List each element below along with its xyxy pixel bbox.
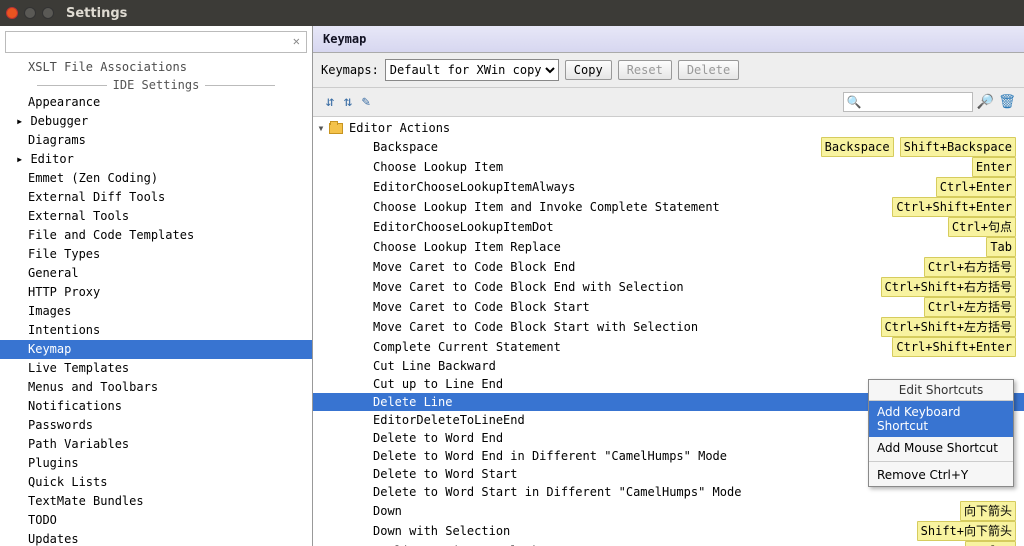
page-title: Keymap (313, 26, 1024, 53)
sidebar-item-textmate-bundles[interactable]: TextMate Bundles (0, 492, 312, 511)
shortcut-badge: Shift+向下箭头 (917, 521, 1016, 541)
minimize-icon[interactable] (24, 7, 36, 19)
shortcut-badge: Ctrl+Shift+Enter (892, 197, 1016, 217)
keymap-topbar: Keymaps: Default for XWin copy Copy Rese… (313, 53, 1024, 88)
sidebar-item-todo[interactable]: TODO (0, 511, 312, 530)
sidebar-item-file-and-code-templates[interactable]: File and Code Templates (0, 226, 312, 245)
sidebar-item-quick-lists[interactable]: Quick Lists (0, 473, 312, 492)
sidebar-item-updates[interactable]: Updates (0, 530, 312, 546)
context-menu-item[interactable]: Add Mouse Shortcut (869, 437, 1013, 459)
collapse-all-icon[interactable]: ⇅ (339, 94, 357, 110)
shortcut-badge: 向下箭头 (960, 501, 1016, 521)
settings-search-input[interactable] (5, 31, 307, 53)
sidebar-item-passwords[interactable]: Passwords (0, 416, 312, 435)
action-row[interactable]: BackspaceBackspaceShift+Backspace (313, 137, 1024, 157)
shortcut-badge: Ctrl+Shift+左方括号 (881, 317, 1016, 337)
sidebar-item-emmet-zen-coding-[interactable]: Emmet (Zen Coding) (0, 169, 312, 188)
shortcut-badge: Ctrl+D (965, 541, 1016, 546)
sidebar-item[interactable]: XSLT File Associations (0, 58, 312, 77)
sidebar-item-keymap[interactable]: Keymap (0, 340, 312, 359)
maximize-icon[interactable] (42, 7, 54, 19)
sidebar-section-header: IDE Settings (0, 77, 312, 93)
search-icon: 🔍 (847, 95, 862, 109)
action-row[interactable]: EditorChooseLookupItemAlwaysCtrl+Enter (313, 177, 1024, 197)
action-row[interactable]: Move Caret to Code Block StartCtrl+左方括号 (313, 297, 1024, 317)
action-tree[interactable]: ▾Editor ActionsBackspaceBackspaceShift+B… (313, 117, 1024, 546)
action-row[interactable]: Move Caret to Code Block EndCtrl+右方括号 (313, 257, 1024, 277)
sidebar-item-http-proxy[interactable]: HTTP Proxy (0, 283, 312, 302)
window-title: Settings (66, 6, 127, 21)
action-row[interactable]: Duplicate Line or BlockCtrl+D (313, 541, 1024, 546)
action-row[interactable]: Choose Lookup Item and Invoke Complete S… (313, 197, 1024, 217)
sidebar-item-appearance[interactable]: Appearance (0, 93, 312, 112)
shortcut-badge: Backspace (821, 137, 894, 157)
sidebar-item-live-templates[interactable]: Live Templates (0, 359, 312, 378)
sidebar-item-menus-and-toolbars[interactable]: Menus and Toolbars (0, 378, 312, 397)
shortcut-badge: Ctrl+Shift+右方括号 (881, 277, 1016, 297)
copy-button[interactable]: Copy (565, 60, 612, 80)
action-row[interactable]: Cut Line Backward (313, 357, 1024, 375)
sidebar-item-diagrams[interactable]: Diagrams (0, 131, 312, 150)
shortcut-badge: Ctrl+左方括号 (924, 297, 1016, 317)
context-menu-item[interactable]: Add Keyboard Shortcut (869, 401, 1013, 437)
shortcut-badge: Ctrl+句点 (948, 217, 1016, 237)
shortcut-badge: Ctrl+Enter (936, 177, 1016, 197)
action-filter-input[interactable] (843, 92, 973, 112)
sidebar-item-editor[interactable]: ▸ Editor (0, 150, 312, 169)
edit-icon[interactable]: ✎ (357, 94, 375, 110)
sidebar-item-intentions[interactable]: Intentions (0, 321, 312, 340)
keymaps-select[interactable]: Default for XWin copy (385, 59, 559, 81)
action-row[interactable]: Down with SelectionShift+向下箭头 (313, 521, 1024, 541)
sidebar: ✕ XSLT File AssociationsIDE SettingsAppe… (0, 26, 313, 546)
shortcut-badge: Ctrl+Shift+Enter (892, 337, 1016, 357)
context-menu-title: Edit Shortcuts (869, 380, 1013, 401)
shortcut-badge: Ctrl+右方括号 (924, 257, 1016, 277)
close-icon[interactable] (6, 7, 18, 19)
shortcut-badge: Shift+Backspace (900, 137, 1016, 157)
context-menu: Edit Shortcuts Add Keyboard ShortcutAdd … (868, 379, 1014, 487)
folder-icon (329, 123, 343, 134)
action-row[interactable]: Choose Lookup Item ReplaceTab (313, 237, 1024, 257)
sidebar-item-external-tools[interactable]: External Tools (0, 207, 312, 226)
keymap-toolbar: ⇵ ⇅ ✎ 🔍 ✕ 🔎 🗑 (313, 88, 1024, 117)
action-row[interactable]: EditorChooseLookupItemDotCtrl+句点 (313, 217, 1024, 237)
context-menu-remove[interactable]: Remove Ctrl+Y (869, 464, 1013, 486)
shortcut-badge: Tab (986, 237, 1016, 257)
tree-root[interactable]: ▾Editor Actions (313, 119, 1024, 137)
keymaps-label: Keymaps: (321, 63, 379, 77)
trash-icon[interactable]: 🗑 (998, 94, 1016, 110)
sidebar-item-debugger[interactable]: ▸ Debugger (0, 112, 312, 131)
action-row[interactable]: Choose Lookup ItemEnter (313, 157, 1024, 177)
sidebar-item-general[interactable]: General (0, 264, 312, 283)
expand-all-icon[interactable]: ⇵ (321, 94, 339, 110)
sidebar-item-file-types[interactable]: File Types (0, 245, 312, 264)
action-row[interactable]: Move Caret to Code Block Start with Sele… (313, 317, 1024, 337)
shortcut-badge: Enter (972, 157, 1016, 177)
sidebar-item-images[interactable]: Images (0, 302, 312, 321)
clear-filter-icon[interactable]: ✕ (981, 95, 988, 109)
sidebar-item-plugins[interactable]: Plugins (0, 454, 312, 473)
clear-search-icon[interactable]: ✕ (293, 34, 300, 48)
sidebar-item-path-variables[interactable]: Path Variables (0, 435, 312, 454)
action-row[interactable]: Complete Current StatementCtrl+Shift+Ent… (313, 337, 1024, 357)
reset-button[interactable]: Reset (618, 60, 672, 80)
sidebar-item-notifications[interactable]: Notifications (0, 397, 312, 416)
action-row[interactable]: Move Caret to Code Block End with Select… (313, 277, 1024, 297)
delete-button[interactable]: Delete (678, 60, 739, 80)
action-row[interactable]: Down向下箭头 (313, 501, 1024, 521)
content-area: Keymap Keymaps: Default for XWin copy Co… (313, 26, 1024, 546)
sidebar-item-external-diff-tools[interactable]: External Diff Tools (0, 188, 312, 207)
window-titlebar: Settings (0, 0, 1024, 26)
